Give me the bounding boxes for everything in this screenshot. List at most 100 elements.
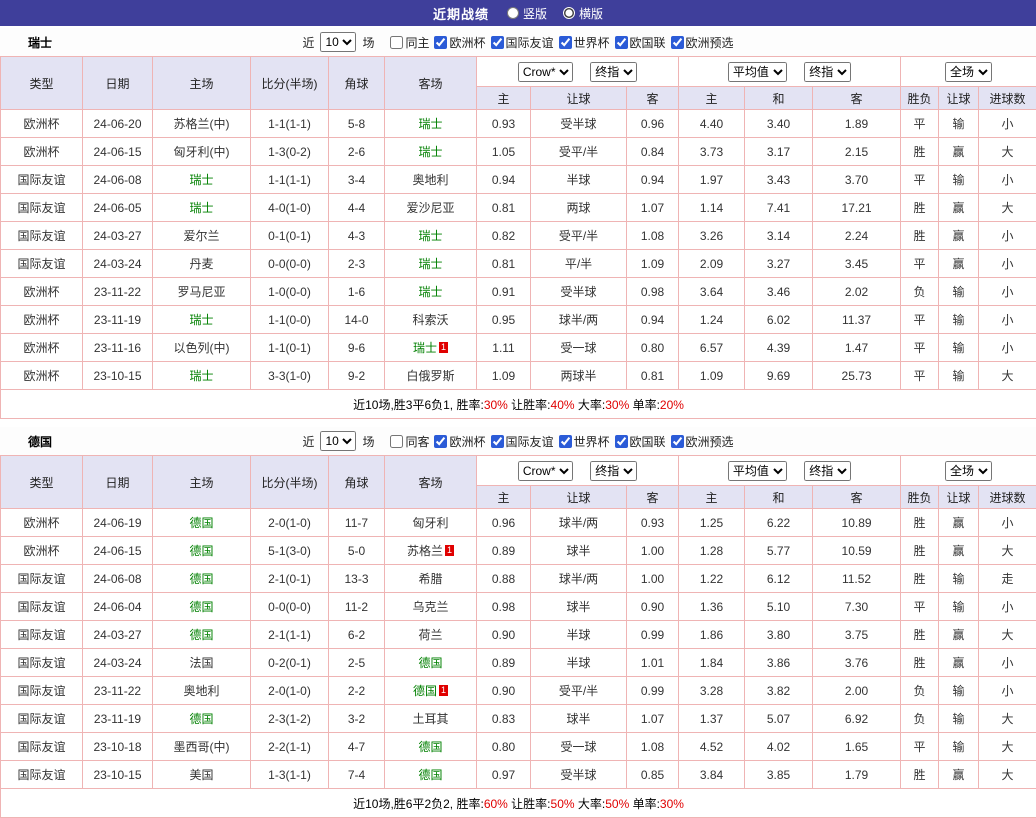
layout-option-vertical[interactable]: 竖版 [507, 5, 547, 22]
home-team[interactable]: 德国 [153, 509, 251, 537]
asia-odds-type-select[interactable]: 终指 [590, 461, 637, 481]
away-team[interactable]: 乌克兰 [385, 593, 477, 621]
home-team[interactable]: 德国 [153, 593, 251, 621]
horizontal-layout-radio[interactable] [563, 7, 575, 19]
filter-checkbox[interactable]: 同主 [390, 34, 429, 51]
euro-draw-odds: 3.82 [745, 677, 813, 705]
euro-draw-odds: 3.46 [745, 278, 813, 306]
asia-away-odds: 0.94 [627, 166, 679, 194]
vertical-layout-radio[interactable] [507, 7, 519, 19]
home-team[interactable]: 丹麦 [153, 250, 251, 278]
filter-checkbox-input[interactable] [434, 435, 447, 448]
result-outcome: 胜 [901, 194, 939, 222]
asia-home-odds: 0.89 [477, 649, 531, 677]
away-team[interactable]: 希腊 [385, 565, 477, 593]
filter-checkbox-input[interactable] [615, 36, 628, 49]
filter-checkbox-input[interactable] [615, 435, 628, 448]
asia-away-odds: 1.08 [627, 733, 679, 761]
filter-checkbox[interactable]: 欧洲预选 [671, 433, 734, 450]
away-team[interactable]: 德国1 [385, 677, 477, 705]
home-team[interactable]: 爱尔兰 [153, 222, 251, 250]
euro-odds-type-select[interactable]: 终指 [804, 62, 851, 82]
home-team[interactable]: 墨西哥(中) [153, 733, 251, 761]
swiss-section: 瑞士 近 10 场 同主欧洲杯国际友谊世界杯欧国联欧洲预选 类型 日期 [0, 28, 1036, 419]
home-team[interactable]: 瑞士 [153, 362, 251, 390]
filter-checkbox[interactable]: 国际友谊 [491, 433, 554, 450]
euro-draw-odds: 9.69 [745, 362, 813, 390]
filter-checkbox[interactable]: 同客 [390, 433, 429, 450]
asia-away-header: 客 [627, 486, 679, 509]
away-team[interactable]: 苏格兰1 [385, 537, 477, 565]
home-team[interactable]: 德国 [153, 705, 251, 733]
team-name-text: 瑞士 [189, 173, 213, 187]
away-team[interactable]: 土耳其 [385, 705, 477, 733]
away-team[interactable]: 瑞士 [385, 138, 477, 166]
filter-checkbox-input[interactable] [559, 435, 572, 448]
away-team[interactable]: 瑞士 [385, 250, 477, 278]
euro-source-select[interactable]: 平均值 [728, 461, 787, 481]
filter-checkbox[interactable]: 欧洲杯 [434, 34, 485, 51]
away-team[interactable]: 瑞士 [385, 278, 477, 306]
team-name-text: 瑞士 [189, 201, 213, 215]
away-team[interactable]: 匈牙利 [385, 509, 477, 537]
home-team[interactable]: 美国 [153, 761, 251, 789]
away-team[interactable]: 奥地利 [385, 166, 477, 194]
home-team[interactable]: 奥地利 [153, 677, 251, 705]
home-team[interactable]: 瑞士 [153, 194, 251, 222]
match-date: 24-06-15 [83, 138, 153, 166]
filter-checkbox[interactable]: 国际友谊 [491, 34, 554, 51]
asia-odds-type-select[interactable]: 终指 [590, 62, 637, 82]
euro-odds-type-select[interactable]: 终指 [804, 461, 851, 481]
euro-draw-odds: 3.43 [745, 166, 813, 194]
euro-source-select[interactable]: 平均值 [728, 62, 787, 82]
away-team[interactable]: 德国 [385, 649, 477, 677]
filter-checkbox-input[interactable] [671, 435, 684, 448]
asia-bookmaker-select[interactable]: Crow* [518, 62, 573, 82]
away-team[interactable]: 瑞士1 [385, 334, 477, 362]
filter-checkbox[interactable]: 欧洲杯 [434, 433, 485, 450]
asia-bookmaker-select[interactable]: Crow* [518, 461, 573, 481]
filter-checkbox[interactable]: 欧国联 [615, 433, 666, 450]
away-team[interactable]: 荷兰 [385, 621, 477, 649]
match-row: 欧洲杯24-06-15匈牙利(中)1-3(0-2)2-6瑞士1.05受平/半0.… [1, 138, 1036, 166]
filter-checkbox-input[interactable] [491, 36, 504, 49]
home-team[interactable]: 匈牙利(中) [153, 138, 251, 166]
filter-checkbox-input[interactable] [491, 435, 504, 448]
away-team[interactable]: 瑞士 [385, 222, 477, 250]
away-team[interactable]: 科索沃 [385, 306, 477, 334]
filter-checkbox[interactable]: 欧国联 [615, 34, 666, 51]
layout-option-horizontal[interactable]: 横版 [563, 5, 603, 22]
filter-checkbox-input[interactable] [390, 435, 403, 448]
euro-draw-odds: 3.86 [745, 649, 813, 677]
recent-count-select[interactable]: 10 [320, 32, 356, 52]
away-team[interactable]: 爱沙尼亚 [385, 194, 477, 222]
filter-checkbox-input[interactable] [390, 36, 403, 49]
away-team[interactable]: 德国 [385, 733, 477, 761]
away-team[interactable]: 瑞士 [385, 110, 477, 138]
scope-select[interactable]: 全场 [945, 62, 992, 82]
filter-checkbox-input[interactable] [434, 36, 447, 49]
filter-checkbox[interactable]: 世界杯 [559, 34, 610, 51]
filter-checkbox[interactable]: 世界杯 [559, 433, 610, 450]
recent-count-select[interactable]: 10 [320, 431, 356, 451]
home-team[interactable]: 罗马尼亚 [153, 278, 251, 306]
home-team[interactable]: 德国 [153, 537, 251, 565]
team-name-text: 奥地利 [183, 684, 219, 698]
home-team[interactable]: 德国 [153, 565, 251, 593]
home-team[interactable]: 德国 [153, 621, 251, 649]
match-date: 23-11-16 [83, 334, 153, 362]
home-team[interactable]: 苏格兰(中) [153, 110, 251, 138]
filter-checkbox[interactable]: 欧洲预选 [671, 34, 734, 51]
home-team[interactable]: 法国 [153, 649, 251, 677]
home-team[interactable]: 以色列(中) [153, 334, 251, 362]
asia-handicap: 受平/半 [531, 222, 627, 250]
filter-checkbox-input[interactable] [559, 36, 572, 49]
home-team[interactable]: 瑞士 [153, 166, 251, 194]
filter-checkbox-input[interactable] [671, 36, 684, 49]
home-team[interactable]: 瑞士 [153, 306, 251, 334]
recent-results-page: 近期战绩 竖版 横版 瑞士 近 10 场 同主欧洲杯国际友谊世界杯欧国联欧洲预选 [0, 0, 1036, 818]
away-team[interactable]: 德国 [385, 761, 477, 789]
away-team[interactable]: 白俄罗斯 [385, 362, 477, 390]
scope-select[interactable]: 全场 [945, 461, 992, 481]
asia-handicap-header: 让球 [531, 87, 627, 110]
